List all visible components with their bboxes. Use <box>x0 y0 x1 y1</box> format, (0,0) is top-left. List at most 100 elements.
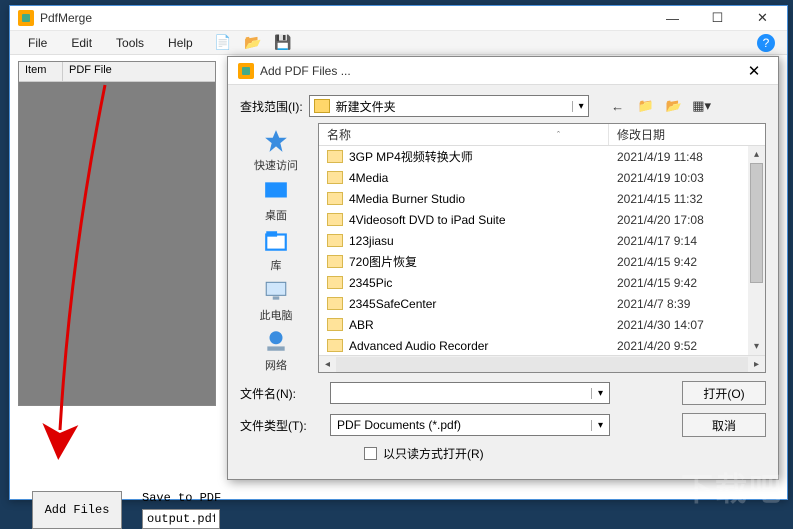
cancel-button[interactable]: 取消 <box>682 413 766 437</box>
col-item[interactable]: Item <box>19 62 63 81</box>
folder-icon <box>327 234 343 247</box>
lookin-combo[interactable]: 新建文件夹 ▾ <box>309 95 589 117</box>
dialog-close-button[interactable]: ✕ <box>734 57 774 85</box>
menu-file[interactable]: File <box>18 34 57 52</box>
main-titlebar: PdfMerge — ☐ ✕ <box>10 6 787 31</box>
help-icon[interactable]: ? <box>757 34 775 52</box>
table-row[interactable]: 4Media Burner Studio 2021/4/15 11:32 <box>319 188 765 209</box>
table-row[interactable]: 4Videosoft DVD to iPad Suite 2021/4/20 17… <box>319 209 765 230</box>
folder-icon <box>327 171 343 184</box>
row-name: 720图片恢复 <box>349 253 417 270</box>
row-date: 2021/4/20 9:52 <box>609 339 765 353</box>
folder-icon <box>327 213 343 226</box>
dialog-titlebar: Add PDF Files ... ✕ <box>228 57 778 85</box>
table-row[interactable]: 2345SafeCenter2021/4/7 8:39 <box>319 293 765 314</box>
list-body[interactable] <box>19 82 215 405</box>
app-icon <box>18 10 34 26</box>
list-headers: Item PDF File <box>19 62 215 82</box>
window-title: PdfMerge <box>40 11 650 25</box>
place-desktop[interactable]: 桌面 <box>260 177 292 223</box>
menu-tools[interactable]: Tools <box>106 34 154 52</box>
column-date[interactable]: 修改日期 <box>609 124 765 145</box>
dialog-title: Add PDF Files ... <box>260 64 734 78</box>
table-row[interactable]: 2345Pic2021/4/15 9:42 <box>319 272 765 293</box>
table-row[interactable]: 123jiasu2021/4/17 9:14 <box>319 230 765 251</box>
menubar: File Edit Tools Help 📄 📂 💾 ? <box>10 31 787 55</box>
file-browser: 名称ˆ 修改日期 3GP MP4视频转换大师 2021/4/19 11:48 4Me… <box>318 123 766 373</box>
output-filename-input[interactable] <box>142 509 220 529</box>
sort-caret-icon: ˆ <box>557 130 600 140</box>
row-name: Advanced Audio Recorder <box>349 339 488 353</box>
readonly-checkbox[interactable] <box>364 447 377 460</box>
new-folder-icon[interactable]: 📂 <box>665 97 683 115</box>
save-to-pdf-label: Save to PDF <box>142 491 221 505</box>
close-button[interactable]: ✕ <box>740 6 785 31</box>
filetype-combo[interactable]: PDF Documents (*.pdf)▾ <box>330 414 610 436</box>
row-date: 2021/4/19 11:48 <box>609 150 765 164</box>
table-row[interactable]: 4Media 2021/4/19 10:03 <box>319 167 765 188</box>
table-row[interactable]: 3GP MP4视频转换大师 2021/4/19 11:48 <box>319 146 765 167</box>
add-files-button[interactable]: Add Files <box>32 491 122 529</box>
horizontal-scrollbar[interactable]: ◂ ▸ <box>319 355 765 372</box>
maximize-button[interactable]: ☐ <box>695 6 740 31</box>
readonly-label: 以只读方式打开(R) <box>383 445 484 462</box>
column-name[interactable]: 名称ˆ <box>319 124 609 145</box>
vertical-scrollbar[interactable]: ▴ ▾ <box>748 146 765 355</box>
row-name: 3GP MP4视频转换大师 <box>349 148 473 165</box>
scrollbar-thumb[interactable] <box>750 163 763 283</box>
row-name: 4Media <box>349 171 388 185</box>
chevron-down-icon: ▾ <box>591 420 603 431</box>
file-list-panel: Item PDF File <box>18 61 216 406</box>
folder-icon <box>327 339 343 352</box>
dialog-app-icon <box>238 63 254 79</box>
col-pdf-file[interactable]: PDF File <box>63 62 215 81</box>
row-date: 2021/4/19 10:03 <box>609 171 765 185</box>
chevron-down-icon: ▾ <box>591 388 603 399</box>
row-name: ABR <box>349 318 374 332</box>
scroll-right-icon[interactable]: ▸ <box>748 359 765 370</box>
row-date: 2021/4/7 8:39 <box>609 297 765 311</box>
row-date: 2021/4/20 17:08 <box>609 213 765 227</box>
folder-icon <box>314 99 330 113</box>
table-row[interactable]: 720图片恢复 2021/4/15 9:42 <box>319 251 765 272</box>
row-name: 123jiasu <box>349 234 394 248</box>
folder-icon <box>327 276 343 289</box>
row-name: 4Videosoft DVD to iPad Suite <box>349 213 506 227</box>
row-date: 2021/4/15 9:42 <box>609 276 765 290</box>
save-icon[interactable]: 💾 <box>273 33 293 53</box>
open-button[interactable]: 打开(O) <box>682 381 766 405</box>
row-date: 2021/4/15 9:42 <box>609 255 765 269</box>
row-date: 2021/4/15 11:32 <box>609 192 765 206</box>
view-menu-icon[interactable]: ▦▾ <box>693 97 711 115</box>
folder-icon <box>327 192 343 205</box>
open-folder-icon[interactable]: 📂 <box>243 33 263 53</box>
chevron-down-icon: ▾ <box>572 101 584 112</box>
table-row[interactable]: Advanced Audio Recorder 2021/4/20 9:52 <box>319 335 765 355</box>
up-one-level-icon[interactable]: 📁 <box>637 97 655 115</box>
folder-icon <box>327 255 343 268</box>
row-name: 4Media Burner Studio <box>349 192 465 206</box>
place-quick-access[interactable]: 快速访问 <box>254 127 298 173</box>
filename-label: 文件名(N): <box>240 385 322 402</box>
table-row[interactable]: ABR 2021/4/30 14:07 <box>319 314 765 335</box>
row-date: 2021/4/30 14:07 <box>609 318 765 332</box>
scroll-down-icon[interactable]: ▾ <box>748 338 765 355</box>
lookin-label: 查找范围(I): <box>240 98 303 115</box>
menu-edit[interactable]: Edit <box>61 34 102 52</box>
folder-icon <box>327 297 343 310</box>
folder-icon <box>327 150 343 163</box>
new-doc-icon[interactable]: 📄 <box>213 33 233 53</box>
folder-icon <box>327 318 343 331</box>
place-network[interactable]: 网络 <box>260 327 292 373</box>
lookin-value: 新建文件夹 <box>336 98 396 115</box>
place-this-pc[interactable]: 此电脑 <box>260 277 293 323</box>
filetype-label: 文件类型(T): <box>240 417 322 434</box>
filename-combo[interactable]: ▾ <box>330 382 610 404</box>
places-bar: 快速访问 桌面 库 此电脑 网络 <box>240 123 312 373</box>
scroll-left-icon[interactable]: ◂ <box>319 359 336 370</box>
minimize-button[interactable]: — <box>650 6 695 31</box>
back-icon[interactable]: ← <box>609 97 627 115</box>
scroll-up-icon[interactable]: ▴ <box>748 146 765 163</box>
menu-help[interactable]: Help <box>158 34 203 52</box>
place-library[interactable]: 库 <box>260 227 292 273</box>
